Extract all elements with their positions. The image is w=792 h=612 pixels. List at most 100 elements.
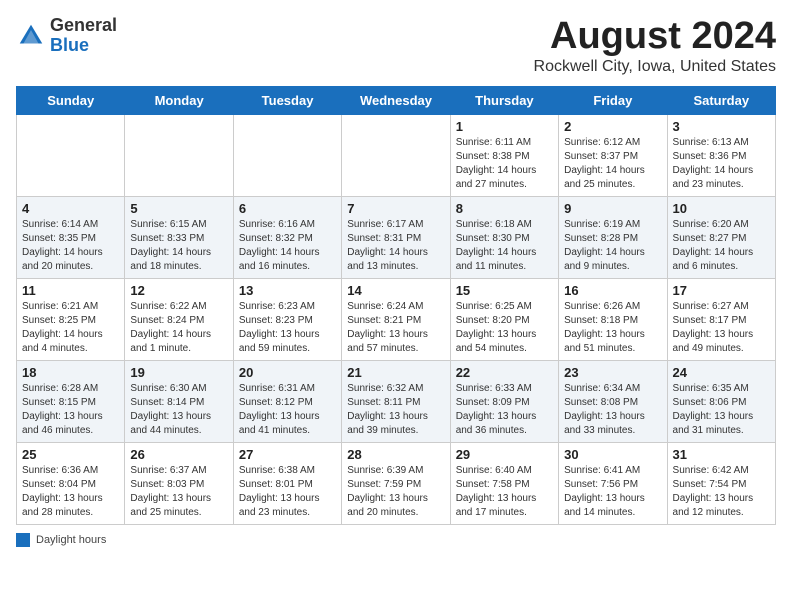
weekday-header: Thursday	[450, 86, 558, 114]
day-info: Sunrise: 6:42 AM Sunset: 7:54 PM Dayligh…	[673, 464, 770, 520]
day-info: Sunrise: 6:21 AM Sunset: 8:25 PM Dayligh…	[22, 300, 119, 356]
footer: Daylight hours	[16, 533, 776, 547]
day-info: Sunrise: 6:31 AM Sunset: 8:12 PM Dayligh…	[239, 382, 336, 438]
day-info: Sunrise: 6:13 AM Sunset: 8:36 PM Dayligh…	[673, 136, 770, 192]
day-number: 31	[673, 447, 770, 462]
calendar-cell	[233, 114, 341, 196]
weekday-header: Friday	[559, 86, 667, 114]
calendar-cell: 7Sunrise: 6:17 AM Sunset: 8:31 PM Daylig…	[342, 196, 450, 278]
day-number: 23	[564, 365, 661, 380]
day-info: Sunrise: 6:17 AM Sunset: 8:31 PM Dayligh…	[347, 218, 444, 274]
weekday-header: Tuesday	[233, 86, 341, 114]
day-number: 4	[22, 201, 119, 216]
calendar-cell: 16Sunrise: 6:26 AM Sunset: 8:18 PM Dayli…	[559, 278, 667, 360]
calendar-cell: 28 Sunrise: 6:39 AM Sunset: 7:59 PM Dayli…	[342, 442, 450, 524]
weekday-header: Monday	[125, 86, 233, 114]
calendar-cell: 26Sunrise: 6:37 AM Sunset: 8:03 PM Dayli…	[125, 442, 233, 524]
calendar-cell: 17 Sunrise: 6:27 AM Sunset: 8:17 PM Dayli…	[667, 278, 775, 360]
calendar-cell: 13 Sunrise: 6:23 AM Sunset: 8:23 PM Dayli…	[233, 278, 341, 360]
day-number: 15	[456, 283, 553, 298]
day-number: 21	[347, 365, 444, 380]
calendar-cell: 24 Sunrise: 6:35 AM Sunset: 8:06 PM Dayli…	[667, 360, 775, 442]
day-number: 17	[673, 283, 770, 298]
day-number: 27	[239, 447, 336, 462]
calendar-cell: 25Sunrise: 6:36 AM Sunset: 8:04 PM Dayli…	[17, 442, 125, 524]
day-info: Sunrise: 6:39 AM Sunset: 7:59 PM Dayligh…	[347, 464, 444, 520]
calendar-cell: 4 Sunrise: 6:14 AM Sunset: 8:35 PM Daylig…	[17, 196, 125, 278]
day-info: Sunrise: 6:23 AM Sunset: 8:23 PM Dayligh…	[239, 300, 336, 356]
calendar-cell	[17, 114, 125, 196]
calendar-cell: 14 Sunrise: 6:24 AM Sunset: 8:21 PM Dayli…	[342, 278, 450, 360]
calendar-cell: 19Sunrise: 6:30 AM Sunset: 8:14 PM Dayli…	[125, 360, 233, 442]
day-number: 1	[456, 119, 553, 134]
calendar-cell: 20Sunrise: 6:31 AM Sunset: 8:12 PM Dayli…	[233, 360, 341, 442]
day-info: Sunrise: 6:38 AM Sunset: 8:01 PM Dayligh…	[239, 464, 336, 520]
weekday-header: Sunday	[17, 86, 125, 114]
title-block: August 2024 Rockwell City, Iowa, United …	[534, 16, 776, 76]
calendar-cell: 22 Sunrise: 6:33 AM Sunset: 8:09 PM Dayli…	[450, 360, 558, 442]
day-number: 3	[673, 119, 770, 134]
day-info: Sunrise: 6:15 AM Sunset: 8:33 PM Dayligh…	[130, 218, 227, 274]
day-number: 6	[239, 201, 336, 216]
calendar-cell: 9Sunrise: 6:19 AM Sunset: 8:28 PM Daylig…	[559, 196, 667, 278]
day-info: Sunrise: 6:18 AM Sunset: 8:30 PM Dayligh…	[456, 218, 553, 274]
day-info: Sunrise: 6:28 AM Sunset: 8:15 PM Dayligh…	[22, 382, 119, 438]
calendar-subtitle: Rockwell City, Iowa, United States	[534, 58, 776, 76]
day-number: 8	[456, 201, 553, 216]
day-number: 19	[130, 365, 227, 380]
day-info: Sunrise: 6:26 AM Sunset: 8:18 PM Dayligh…	[564, 300, 661, 356]
logo-general: General	[50, 16, 117, 36]
day-number: 28	[347, 447, 444, 462]
day-info: Sunrise: 6:35 AM Sunset: 8:06 PM Dayligh…	[673, 382, 770, 438]
day-info: Sunrise: 6:33 AM Sunset: 8:09 PM Dayligh…	[456, 382, 553, 438]
day-info: Sunrise: 6:34 AM Sunset: 8:08 PM Dayligh…	[564, 382, 661, 438]
day-info: Sunrise: 6:40 AM Sunset: 7:58 PM Dayligh…	[456, 464, 553, 520]
day-number: 12	[130, 283, 227, 298]
day-info: Sunrise: 6:36 AM Sunset: 8:04 PM Dayligh…	[22, 464, 119, 520]
calendar-cell: 10 Sunrise: 6:20 AM Sunset: 8:27 PM Dayli…	[667, 196, 775, 278]
day-number: 9	[564, 201, 661, 216]
day-info: Sunrise: 6:27 AM Sunset: 8:17 PM Dayligh…	[673, 300, 770, 356]
calendar-cell: 29 Sunrise: 6:40 AM Sunset: 7:58 PM Dayli…	[450, 442, 558, 524]
day-info: Sunrise: 6:20 AM Sunset: 8:27 PM Dayligh…	[673, 218, 770, 274]
calendar-cell: 27 Sunrise: 6:38 AM Sunset: 8:01 PM Dayli…	[233, 442, 341, 524]
day-info: Sunrise: 6:14 AM Sunset: 8:35 PM Dayligh…	[22, 218, 119, 274]
calendar-cell: 11 Sunrise: 6:21 AM Sunset: 8:25 PM Dayli…	[17, 278, 125, 360]
day-number: 10	[673, 201, 770, 216]
calendar-title: August 2024	[534, 16, 776, 58]
calendar-cell: 23 Sunrise: 6:34 AM Sunset: 8:08 PM Dayli…	[559, 360, 667, 442]
day-info: Sunrise: 6:41 AM Sunset: 7:56 PM Dayligh…	[564, 464, 661, 520]
day-info: Sunrise: 6:24 AM Sunset: 8:21 PM Dayligh…	[347, 300, 444, 356]
day-number: 11	[22, 283, 119, 298]
day-number: 29	[456, 447, 553, 462]
day-number: 14	[347, 283, 444, 298]
day-info: Sunrise: 6:22 AM Sunset: 8:24 PM Dayligh…	[130, 300, 227, 356]
calendar-cell: 15 Sunrise: 6:25 AM Sunset: 8:20 PM Dayli…	[450, 278, 558, 360]
daylight-box	[16, 533, 30, 547]
day-number: 13	[239, 283, 336, 298]
calendar-header: SundayMondayTuesdayWednesdayThursdayFrid…	[17, 86, 776, 114]
calendar-table: SundayMondayTuesdayWednesdayThursdayFrid…	[16, 86, 776, 525]
calendar-cell: 30 Sunrise: 6:41 AM Sunset: 7:56 PM Dayli…	[559, 442, 667, 524]
day-number: 2	[564, 119, 661, 134]
calendar-cell: 3 Sunrise: 6:13 AM Sunset: 8:36 PM Daylig…	[667, 114, 775, 196]
day-info: Sunrise: 6:32 AM Sunset: 8:11 PM Dayligh…	[347, 382, 444, 438]
day-info: Sunrise: 6:12 AM Sunset: 8:37 PM Dayligh…	[564, 136, 661, 192]
day-number: 26	[130, 447, 227, 462]
weekday-header: Wednesday	[342, 86, 450, 114]
day-number: 24	[673, 365, 770, 380]
weekday-header: Saturday	[667, 86, 775, 114]
day-number: 5	[130, 201, 227, 216]
daylight-label: Daylight hours	[36, 534, 106, 546]
calendar-cell	[125, 114, 233, 196]
calendar-cell: 1Sunrise: 6:11 AM Sunset: 8:38 PM Daylig…	[450, 114, 558, 196]
calendar-cell: 31 Sunrise: 6:42 AM Sunset: 7:54 PM Dayli…	[667, 442, 775, 524]
day-number: 30	[564, 447, 661, 462]
day-info: Sunrise: 6:25 AM Sunset: 8:20 PM Dayligh…	[456, 300, 553, 356]
calendar-cell: 21 Sunrise: 6:32 AM Sunset: 8:11 PM Dayli…	[342, 360, 450, 442]
calendar-cell: 8 Sunrise: 6:18 AM Sunset: 8:30 PM Daylig…	[450, 196, 558, 278]
logo-text: General Blue	[50, 16, 117, 56]
logo-blue: Blue	[50, 36, 117, 56]
day-number: 22	[456, 365, 553, 380]
calendar-cell: 5 Sunrise: 6:15 AM Sunset: 8:33 PM Daylig…	[125, 196, 233, 278]
